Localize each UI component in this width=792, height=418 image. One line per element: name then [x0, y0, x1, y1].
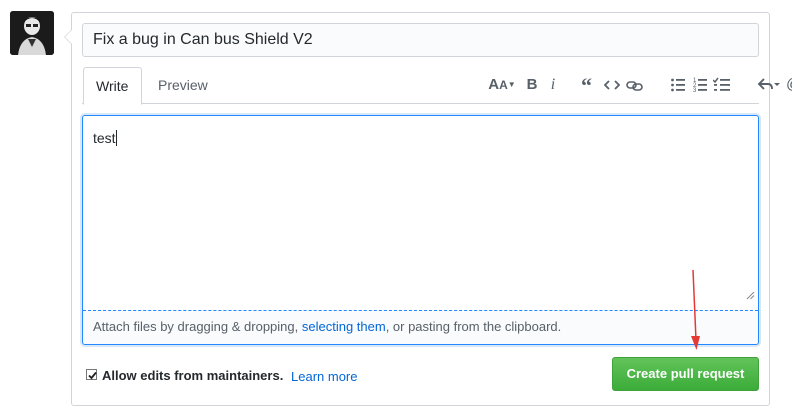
title-input[interactable]: Fix a bug in Can bus Shield V2 — [82, 23, 759, 57]
allow-edits-label[interactable]: Allow edits from maintainers. — [102, 368, 283, 383]
code-icon[interactable] — [603, 73, 621, 97]
text-size-icon[interactable]: AA▼ — [488, 73, 516, 97]
file-dropzone[interactable]: Attach files by dragging & dropping, sel… — [83, 310, 758, 344]
tab-write[interactable]: Write — [83, 67, 142, 105]
learn-more-link[interactable]: Learn more — [291, 369, 357, 384]
task-list-icon[interactable] — [712, 73, 730, 97]
form-actions: Allow edits from maintainers. Learn more… — [82, 357, 759, 393]
resize-handle-icon[interactable] — [746, 287, 755, 305]
allow-edits-checkbox[interactable] — [86, 369, 97, 380]
text-cursor — [115, 130, 117, 146]
dropzone-text-after: , or pasting from the clipboard. — [385, 319, 562, 334]
editor-tabs: Write Preview AA▼ B i “ 1 2 3 — [82, 67, 792, 105]
annotation-arrow — [691, 270, 700, 350]
pull-request-form: Fix a bug in Can bus Shield V2 Write Pre… — [64, 12, 792, 406]
svg-text:3: 3 — [693, 88, 697, 94]
svg-text:“: “ — [581, 73, 592, 97]
mention-icon[interactable]: @ — [786, 73, 792, 97]
avatar[interactable] — [10, 11, 54, 55]
unordered-list-icon[interactable] — [671, 73, 685, 97]
tab-preview[interactable]: Preview — [146, 67, 220, 104]
link-icon[interactable] — [626, 73, 643, 97]
reply-icon[interactable] — [757, 73, 781, 97]
create-pull-request-button[interactable]: Create pull request — [612, 357, 759, 391]
select-files-link[interactable]: selecting them — [302, 319, 386, 334]
bold-icon[interactable]: B — [525, 73, 539, 97]
ordered-list-icon[interactable]: 123 — [693, 73, 707, 97]
quote-icon[interactable]: “ — [580, 73, 596, 98]
comment-text: test — [93, 130, 116, 146]
italic-icon[interactable]: i — [547, 73, 559, 97]
dropzone-text-before: Attach files by dragging & dropping, — [93, 319, 302, 334]
comment-textarea[interactable]: test Attach files by dragging & dropping… — [82, 115, 759, 345]
